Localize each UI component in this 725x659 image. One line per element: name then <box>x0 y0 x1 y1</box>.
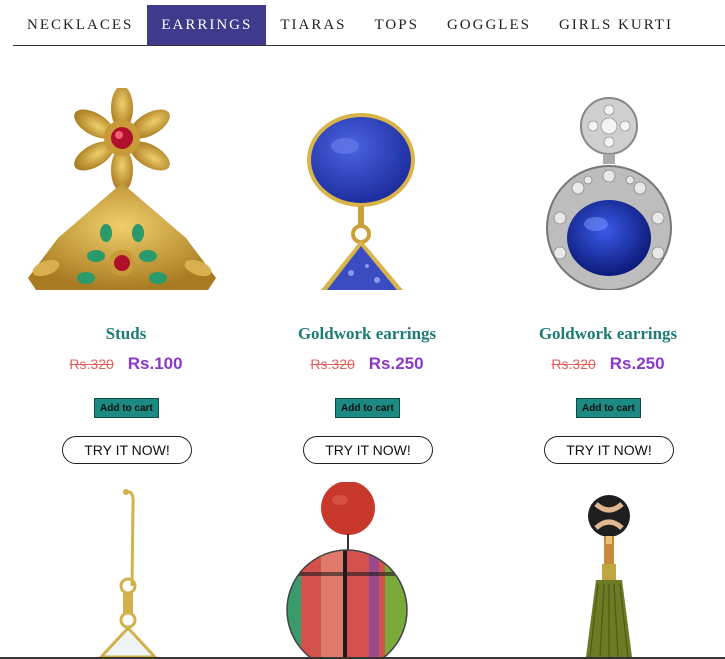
crystal-hook-earring-image <box>98 489 158 657</box>
olive-tassel-earring-image <box>586 495 632 657</box>
add-to-cart-button[interactable]: Add to cart <box>576 398 641 418</box>
sale-price: Rs.250 <box>609 354 665 373</box>
product-image[interactable] <box>247 482 487 657</box>
product-title[interactable]: Goldwork earrings <box>488 324 725 344</box>
product-prices: Rs.320 Rs.250 <box>247 354 487 374</box>
tab-girls-kurti[interactable]: GIRLS KURTI <box>545 5 687 45</box>
product-prices: Rs.320 Rs.250 <box>488 354 725 374</box>
add-to-cart-button[interactable]: Add to cart <box>335 398 400 418</box>
try-it-now-button[interactable]: TRY IT NOW! <box>62 436 192 464</box>
original-price: Rs.320 <box>69 356 114 372</box>
add-to-cart-button[interactable]: Add to cart <box>94 398 159 418</box>
product-title[interactable]: Goldwork earrings <box>247 324 487 344</box>
try-it-now-button[interactable]: TRY IT NOW! <box>544 436 674 464</box>
tab-tiaras[interactable]: TIARAS <box>266 5 360 45</box>
sale-price: Rs.250 <box>368 354 424 373</box>
sapphire-diamond-earring-image <box>546 97 672 291</box>
tab-necklaces[interactable]: NECKLACES <box>13 5 147 45</box>
product-image[interactable] <box>6 86 246 290</box>
try-it-now-button[interactable]: TRY IT NOW! <box>303 436 433 464</box>
product-image[interactable] <box>488 88 725 291</box>
product-image[interactable] <box>247 88 487 290</box>
sale-price: Rs.100 <box>127 354 183 373</box>
tab-earrings[interactable]: EARRINGS <box>147 5 267 45</box>
product-image[interactable] <box>6 488 246 657</box>
tab-tops[interactable]: TOPS <box>361 5 433 45</box>
category-tabs: NECKLACES EARRINGS TIARAS TOPS GOGGLES G… <box>13 5 725 46</box>
original-price: Rs.320 <box>551 356 596 372</box>
original-price: Rs.320 <box>310 356 355 372</box>
tab-goggles[interactable]: GOGGLES <box>433 5 545 45</box>
product-image[interactable] <box>488 494 725 657</box>
gold-kundan-earring-image <box>28 86 216 290</box>
striped-disc-earring-image <box>286 482 408 657</box>
lapis-drop-earring-image <box>307 113 415 290</box>
product-title[interactable]: Studs <box>6 324 246 344</box>
product-prices: Rs.320 Rs.100 <box>6 354 246 374</box>
